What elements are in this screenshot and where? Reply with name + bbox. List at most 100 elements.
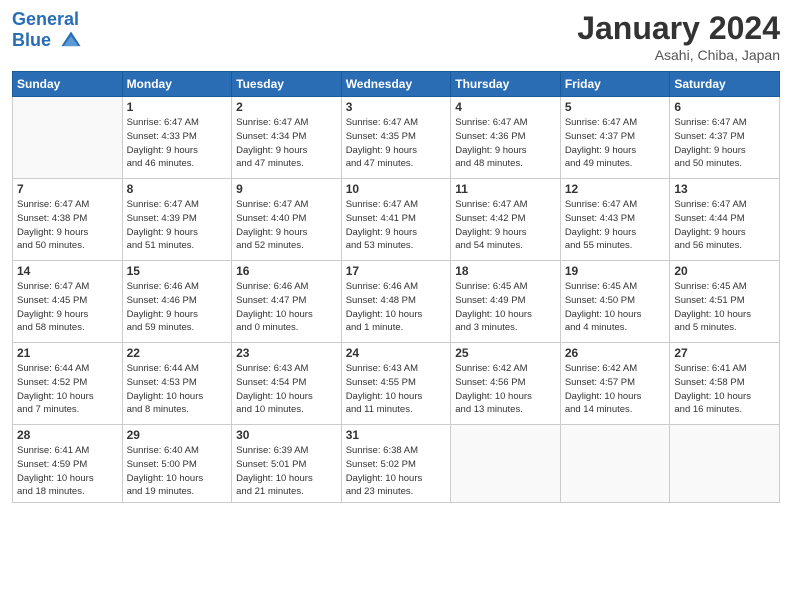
day-info: Sunrise: 6:41 AM Sunset: 4:59 PM Dayligh…: [17, 444, 118, 499]
weekday-header: Monday: [122, 72, 232, 97]
logo-icon: [60, 30, 82, 52]
weekday-header: Tuesday: [232, 72, 342, 97]
day-info: Sunrise: 6:47 AM Sunset: 4:33 PM Dayligh…: [127, 116, 228, 171]
calendar-cell: [670, 425, 780, 503]
calendar-week-row: 1 Sunrise: 6:47 AM Sunset: 4:33 PM Daylig…: [13, 97, 780, 179]
calendar-cell: 17 Sunrise: 6:46 AM Sunset: 4:48 PM Dayli…: [341, 261, 451, 343]
calendar-cell: 15 Sunrise: 6:46 AM Sunset: 4:46 PM Dayli…: [122, 261, 232, 343]
day-number: 6: [674, 100, 775, 114]
calendar-cell: 2 Sunrise: 6:47 AM Sunset: 4:34 PM Daylig…: [232, 97, 342, 179]
day-number: 2: [236, 100, 337, 114]
logo-subtext: Blue: [12, 30, 82, 52]
month-title: January 2024: [577, 10, 780, 47]
calendar-week-row: 28 Sunrise: 6:41 AM Sunset: 4:59 PM Dayli…: [13, 425, 780, 503]
day-info: Sunrise: 6:47 AM Sunset: 4:42 PM Dayligh…: [455, 198, 556, 253]
day-number: 5: [565, 100, 666, 114]
calendar-cell: 10Sunrise: 6:47 AM Sunset: 4:41 PM Dayli…: [341, 179, 451, 261]
day-info: Sunrise: 6:47 AM Sunset: 4:37 PM Dayligh…: [565, 116, 666, 171]
day-number: 22: [127, 346, 228, 360]
day-number: 17: [346, 264, 447, 278]
day-info: Sunrise: 6:47 AM Sunset: 4:40 PM Dayligh…: [236, 198, 337, 253]
day-number: 4: [455, 100, 556, 114]
calendar-cell: 1 Sunrise: 6:47 AM Sunset: 4:33 PM Daylig…: [122, 97, 232, 179]
calendar-week-row: 7 Sunrise: 6:47 AM Sunset: 4:38 PM Daylig…: [13, 179, 780, 261]
day-number: 25: [455, 346, 556, 360]
calendar-week-row: 21Sunrise: 6:44 AM Sunset: 4:52 PM Dayli…: [13, 343, 780, 425]
calendar-cell: 5 Sunrise: 6:47 AM Sunset: 4:37 PM Daylig…: [560, 97, 670, 179]
calendar-cell: 7 Sunrise: 6:47 AM Sunset: 4:38 PM Daylig…: [13, 179, 123, 261]
day-number: 14: [17, 264, 118, 278]
calendar-cell: 6 Sunrise: 6:47 AM Sunset: 4:37 PM Daylig…: [670, 97, 780, 179]
day-number: 27: [674, 346, 775, 360]
day-number: 30: [236, 428, 337, 442]
day-info: Sunrise: 6:44 AM Sunset: 4:52 PM Dayligh…: [17, 362, 118, 417]
logo-text: General: [12, 10, 82, 30]
weekday-header: Wednesday: [341, 72, 451, 97]
calendar-cell: 22 Sunrise: 6:44 AM Sunset: 4:53 PM Dayli…: [122, 343, 232, 425]
weekday-header: Thursday: [451, 72, 561, 97]
day-info: Sunrise: 6:44 AM Sunset: 4:53 PM Dayligh…: [127, 362, 228, 417]
day-info: Sunrise: 6:47 AM Sunset: 4:35 PM Dayligh…: [346, 116, 447, 171]
weekday-header: Saturday: [670, 72, 780, 97]
day-info: Sunrise: 6:47 AM Sunset: 4:45 PM Dayligh…: [17, 280, 118, 335]
day-info: Sunrise: 6:47 AM Sunset: 4:38 PM Dayligh…: [17, 198, 118, 253]
day-info: Sunrise: 6:45 AM Sunset: 4:50 PM Dayligh…: [565, 280, 666, 335]
day-info: Sunrise: 6:47 AM Sunset: 4:43 PM Dayligh…: [565, 198, 666, 253]
day-info: Sunrise: 6:43 AM Sunset: 4:55 PM Dayligh…: [346, 362, 447, 417]
calendar-cell: 21Sunrise: 6:44 AM Sunset: 4:52 PM Dayli…: [13, 343, 123, 425]
day-number: 19: [565, 264, 666, 278]
day-info: Sunrise: 6:40 AM Sunset: 5:00 PM Dayligh…: [127, 444, 228, 499]
calendar-cell: 8Sunrise: 6:47 AM Sunset: 4:39 PM Daylig…: [122, 179, 232, 261]
day-number: 13: [674, 182, 775, 196]
day-number: 1: [127, 100, 228, 114]
calendar-cell: 31Sunrise: 6:38 AM Sunset: 5:02 PM Dayli…: [341, 425, 451, 503]
day-info: Sunrise: 6:42 AM Sunset: 4:56 PM Dayligh…: [455, 362, 556, 417]
day-info: Sunrise: 6:47 AM Sunset: 4:37 PM Dayligh…: [674, 116, 775, 171]
day-info: Sunrise: 6:38 AM Sunset: 5:02 PM Dayligh…: [346, 444, 447, 499]
calendar-cell: 12 Sunrise: 6:47 AM Sunset: 4:43 PM Dayli…: [560, 179, 670, 261]
day-number: 7: [17, 182, 118, 196]
calendar-cell: 9Sunrise: 6:47 AM Sunset: 4:40 PM Daylig…: [232, 179, 342, 261]
calendar-cell: 11 Sunrise: 6:47 AM Sunset: 4:42 PM Dayli…: [451, 179, 561, 261]
day-info: Sunrise: 6:47 AM Sunset: 4:36 PM Dayligh…: [455, 116, 556, 171]
day-info: Sunrise: 6:47 AM Sunset: 4:44 PM Dayligh…: [674, 198, 775, 253]
day-number: 12: [565, 182, 666, 196]
calendar-table: SundayMondayTuesdayWednesdayThursdayFrid…: [12, 71, 780, 503]
day-number: 26: [565, 346, 666, 360]
day-number: 11: [455, 182, 556, 196]
calendar-cell: 29 Sunrise: 6:40 AM Sunset: 5:00 PM Dayli…: [122, 425, 232, 503]
calendar-cell: 3 Sunrise: 6:47 AM Sunset: 4:35 PM Daylig…: [341, 97, 451, 179]
day-number: 15: [127, 264, 228, 278]
day-info: Sunrise: 6:39 AM Sunset: 5:01 PM Dayligh…: [236, 444, 337, 499]
day-info: Sunrise: 6:47 AM Sunset: 4:34 PM Dayligh…: [236, 116, 337, 171]
day-info: Sunrise: 6:41 AM Sunset: 4:58 PM Dayligh…: [674, 362, 775, 417]
day-info: Sunrise: 6:47 AM Sunset: 4:39 PM Dayligh…: [127, 198, 228, 253]
day-info: Sunrise: 6:46 AM Sunset: 4:48 PM Dayligh…: [346, 280, 447, 335]
day-info: Sunrise: 6:45 AM Sunset: 4:49 PM Dayligh…: [455, 280, 556, 335]
day-number: 28: [17, 428, 118, 442]
weekday-header: Sunday: [13, 72, 123, 97]
day-info: Sunrise: 6:46 AM Sunset: 4:46 PM Dayligh…: [127, 280, 228, 335]
page-container: General Blue January 2024 Asahi, Chiba, …: [0, 0, 792, 513]
calendar-cell: 16Sunrise: 6:46 AM Sunset: 4:47 PM Dayli…: [232, 261, 342, 343]
calendar-cell: 28 Sunrise: 6:41 AM Sunset: 4:59 PM Dayli…: [13, 425, 123, 503]
day-info: Sunrise: 6:43 AM Sunset: 4:54 PM Dayligh…: [236, 362, 337, 417]
header: General Blue January 2024 Asahi, Chiba, …: [12, 10, 780, 63]
weekday-header: Friday: [560, 72, 670, 97]
calendar-cell: 20 Sunrise: 6:45 AM Sunset: 4:51 PM Dayli…: [670, 261, 780, 343]
day-number: 3: [346, 100, 447, 114]
day-info: Sunrise: 6:45 AM Sunset: 4:51 PM Dayligh…: [674, 280, 775, 335]
day-number: 18: [455, 264, 556, 278]
day-number: 29: [127, 428, 228, 442]
day-number: 10: [346, 182, 447, 196]
calendar-cell: 23Sunrise: 6:43 AM Sunset: 4:54 PM Dayli…: [232, 343, 342, 425]
day-number: 20: [674, 264, 775, 278]
calendar-cell: 25 Sunrise: 6:42 AM Sunset: 4:56 PM Dayli…: [451, 343, 561, 425]
calendar-cell: 27 Sunrise: 6:41 AM Sunset: 4:58 PM Dayli…: [670, 343, 780, 425]
calendar-cell: 19 Sunrise: 6:45 AM Sunset: 4:50 PM Dayli…: [560, 261, 670, 343]
calendar-cell: [13, 97, 123, 179]
calendar-cell: 14 Sunrise: 6:47 AM Sunset: 4:45 PM Dayli…: [13, 261, 123, 343]
calendar-cell: 24Sunrise: 6:43 AM Sunset: 4:55 PM Dayli…: [341, 343, 451, 425]
calendar-cell: 18 Sunrise: 6:45 AM Sunset: 4:49 PM Dayli…: [451, 261, 561, 343]
logo: General Blue: [12, 10, 82, 52]
